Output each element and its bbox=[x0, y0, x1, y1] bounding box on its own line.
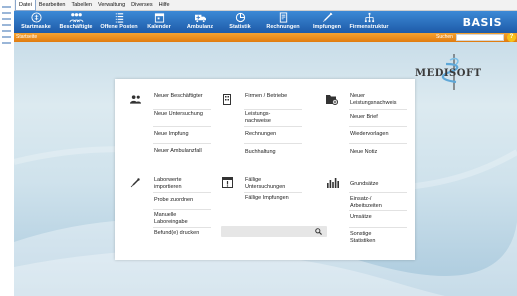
link-sonstige-statistiken[interactable]: Sonstige Statistiken bbox=[350, 231, 388, 245]
toolbar-statistik-button[interactable]: Statistik bbox=[227, 12, 253, 30]
link-probe-zuordnen[interactable]: Probe zuordnen bbox=[154, 197, 210, 204]
list-icon bbox=[115, 13, 123, 23]
bar-chart-icon bbox=[327, 178, 339, 188]
separator bbox=[153, 227, 211, 228]
link-firmen-betriebe[interactable]: Firmen / Betriebe bbox=[245, 93, 301, 100]
tab-startseite[interactable]: Startseite bbox=[16, 34, 37, 40]
calendar-icon bbox=[154, 13, 164, 23]
start-icon bbox=[30, 12, 42, 23]
link-neuer-brief[interactable]: Neuer Brief bbox=[350, 114, 406, 121]
menu-bar: Datei Bearbeiten Tabellen Verwaltung Div… bbox=[14, 0, 517, 11]
search-label: Suchen bbox=[436, 34, 453, 40]
pie-chart-icon bbox=[235, 12, 245, 23]
medisoft-logo-text: MEDISOFT bbox=[415, 68, 482, 79]
toolbar-label: Impfungen bbox=[312, 24, 342, 30]
link-einsatz-arbeitszeiten[interactable]: Einsatz-/ Arbeitszeiten bbox=[350, 196, 400, 210]
separator bbox=[349, 143, 407, 144]
separator bbox=[153, 143, 211, 144]
syringe-icon bbox=[322, 12, 332, 22]
link-neuer-leistungsnachweis[interactable]: Neuer Leistungsnachweis bbox=[350, 93, 410, 107]
left-window-edge bbox=[0, 0, 14, 296]
menu-tabellen[interactable]: Tabellen bbox=[68, 0, 95, 10]
toolbar-label: Statistik bbox=[229, 24, 251, 30]
toolbar-startmaske-button[interactable]: Startmaske bbox=[18, 12, 54, 30]
employees-icon bbox=[130, 95, 141, 104]
toolbar-beschaeftigte-button[interactable]: Beschäftigte bbox=[57, 12, 95, 30]
tab-bar: Startseite Suchen ? bbox=[14, 33, 517, 42]
separator bbox=[349, 192, 407, 193]
menu-verwaltung[interactable]: Verwaltung bbox=[95, 0, 128, 10]
menu-diverses[interactable]: Diverses bbox=[128, 0, 155, 10]
separator bbox=[349, 126, 407, 127]
link-neue-impfung[interactable]: Neue Impfung bbox=[154, 131, 210, 138]
toolbar-offene-posten-button[interactable]: Offene Posten bbox=[99, 12, 139, 30]
toolbar-ambulanz-button[interactable]: Ambulanz bbox=[186, 12, 214, 30]
separator bbox=[244, 109, 302, 110]
link-neuer-beschaeftigter[interactable]: Neuer Beschäftigter bbox=[154, 93, 210, 100]
toolbar-firmenstruktur-button[interactable]: Firmenstruktur bbox=[347, 12, 391, 30]
toolbar-label: Rechnungen bbox=[266, 24, 300, 30]
separator bbox=[153, 109, 211, 110]
invoice-icon bbox=[279, 12, 287, 23]
basis-brand-logo: BASIS bbox=[462, 16, 502, 29]
search-input[interactable] bbox=[456, 34, 504, 41]
link-faellige-untersuchungen[interactable]: Fällige Untersuchungen bbox=[245, 177, 301, 191]
toolbar-label: Kalender bbox=[147, 24, 171, 30]
hierarchy-icon bbox=[364, 12, 374, 23]
help-icon[interactable]: ? bbox=[507, 33, 516, 42]
link-befunde-drucken[interactable]: Befund(e) drucken bbox=[154, 230, 212, 237]
separator bbox=[349, 227, 407, 228]
link-neue-untersuchung[interactable]: Neue Untersuchung bbox=[154, 111, 210, 118]
menu-bearbeiten[interactable]: Bearbeiten bbox=[36, 0, 69, 10]
toolbar-label: Offene Posten bbox=[100, 24, 138, 30]
toolbar-label: Startmaske bbox=[21, 24, 51, 30]
toolbar-kalender-button[interactable]: Kalender bbox=[145, 12, 173, 30]
ambulance-icon bbox=[194, 14, 206, 23]
toolbar-impfungen-button[interactable]: Impfungen bbox=[311, 12, 343, 30]
separator bbox=[349, 109, 407, 110]
folder-add-icon bbox=[326, 95, 338, 105]
separator bbox=[244, 192, 302, 193]
toolbar-label: Firmenstruktur bbox=[349, 24, 389, 30]
quick-search-field[interactable] bbox=[221, 226, 327, 237]
separator bbox=[153, 126, 211, 127]
search-icon[interactable] bbox=[315, 228, 322, 235]
separator bbox=[153, 192, 211, 193]
separator bbox=[349, 210, 407, 211]
separator bbox=[244, 143, 302, 144]
menu-datei[interactable]: Datei bbox=[15, 0, 36, 11]
separator bbox=[153, 209, 211, 210]
toolbar-label: Beschäftigte bbox=[59, 24, 93, 30]
link-leistungsnachweise[interactable]: Leistungs-nachweise bbox=[245, 111, 289, 125]
link-manuelle-laboreingabe[interactable]: Manuelle Laboreingabe bbox=[154, 212, 202, 226]
people-icon bbox=[69, 13, 83, 23]
link-neuer-ambulanzfall[interactable]: Neuer Ambulanzfall bbox=[154, 148, 210, 155]
link-laborwerte-importieren[interactable]: Laborwerte importieren bbox=[154, 177, 204, 191]
building-icon bbox=[223, 94, 231, 105]
application-window: Datei Bearbeiten Tabellen Verwaltung Div… bbox=[14, 0, 517, 296]
link-grundsaetze[interactable]: Grundsätze bbox=[350, 181, 406, 188]
menu-hilfe[interactable]: Hilfe bbox=[156, 0, 173, 10]
link-neue-notiz[interactable]: Neue Notiz bbox=[350, 149, 406, 156]
toolbar-label: Ambulanz bbox=[186, 24, 214, 30]
link-umsaetze[interactable]: Umsätze bbox=[350, 214, 406, 221]
link-buchhaltung[interactable]: Buchhaltung bbox=[245, 149, 301, 156]
link-faellige-impfungen[interactable]: Fällige Impfungen bbox=[245, 195, 301, 202]
link-rechnungen[interactable]: Rechnungen bbox=[245, 131, 301, 138]
calendar-alert-icon bbox=[222, 177, 233, 188]
quick-access-panel: Neuer Beschäftigter Neue Untersuchung Ne… bbox=[115, 79, 415, 260]
separator bbox=[244, 126, 302, 127]
pipette-icon bbox=[130, 178, 140, 188]
main-toolbar: Startmaske Beschäftigte Offene Posten Ka… bbox=[14, 11, 517, 33]
link-wiedervorlagen[interactable]: Wiedervorlagen bbox=[350, 131, 406, 138]
toolbar-rechnungen-button[interactable]: Rechnungen bbox=[264, 12, 302, 30]
